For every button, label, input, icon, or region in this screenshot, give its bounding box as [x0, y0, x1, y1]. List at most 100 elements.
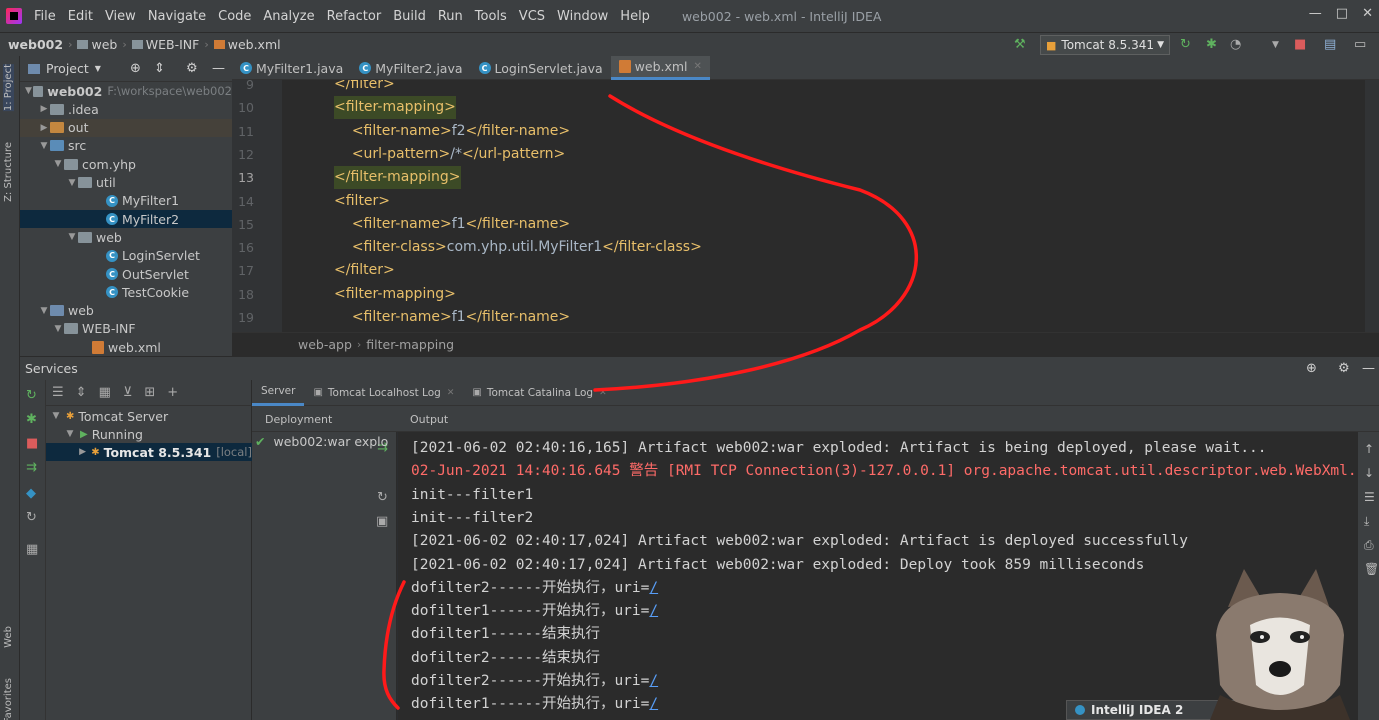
scroll-to-end-icon[interactable]: ⤓	[1364, 514, 1369, 529]
hide-panel-icon[interactable]: —	[1362, 361, 1375, 376]
tree-item-web002[interactable]: ▼ web002 F:\workspace\web002	[20, 82, 232, 100]
window-layout-icon[interactable]: ▭	[1354, 37, 1366, 52]
console-uri-link[interactable]: /	[649, 580, 658, 596]
globe-icon[interactable]: ⊕	[1306, 361, 1317, 376]
build-hammer-icon[interactable]: ⚒	[1014, 37, 1026, 52]
deployment-item[interactable]: ✔ web002:war explo	[255, 434, 388, 449]
chevron-down-icon[interactable]: ▼	[24, 86, 33, 96]
refresh-icon[interactable]: ↻	[26, 510, 37, 525]
chevron-down-icon[interactable]: ▼	[52, 159, 64, 169]
chevron-down-icon[interactable]: ▼	[95, 64, 101, 73]
hide-panel-icon[interactable]: —	[212, 61, 225, 76]
artifact-settings-icon[interactable]: ▣	[376, 514, 388, 529]
debug-icon[interactable]: ✱	[26, 412, 37, 427]
tree-item-testcookie[interactable]: C TestCookie	[20, 283, 232, 301]
rerun-icon[interactable]: ↻	[1180, 37, 1191, 52]
tab-loginservlet-java[interactable]: C LoginServlet.java	[471, 56, 611, 80]
expand-all-icon[interactable]: ☰	[52, 385, 64, 400]
rerun-icon[interactable]: ↻	[26, 388, 37, 403]
gear-icon[interactable]: ⚙	[186, 61, 198, 76]
subtab-server[interactable]: Server	[252, 380, 305, 406]
tree-item-outservlet[interactable]: C OutServlet	[20, 265, 232, 283]
tree-tomcat-server[interactable]: ▼ ✱ Tomcat Server	[46, 407, 252, 425]
scroll-down-icon[interactable]: ↓	[1364, 466, 1374, 480]
breadcrumb-item[interactable]: web.xml	[228, 37, 281, 52]
console-uri-link[interactable]: /	[649, 673, 658, 689]
subtab-tomcat-catalina-log[interactable]: ▣ Tomcat Catalina Log ✕	[463, 380, 615, 406]
project-view-select[interactable]: Project	[46, 61, 89, 76]
code-editor[interactable]: 9 10 11 12 13 14 15 16 17 18 19 </filter> <filter-m…	[232, 80, 1379, 332]
tree-item--idea[interactable]: ▶ .idea	[20, 100, 232, 118]
collapse-all-icon[interactable]: ⇕	[76, 385, 87, 400]
coverage-icon[interactable]: ◔	[1230, 37, 1241, 52]
open-in-window-icon[interactable]: ⊞	[144, 385, 155, 400]
close-tab-icon[interactable]: ✕	[447, 388, 455, 398]
gear-icon[interactable]: ⚙	[1338, 361, 1350, 376]
stop-icon[interactable]: ■	[26, 436, 38, 451]
update-icon[interactable]: ◆	[26, 486, 36, 501]
chevron-down-icon[interactable]: ▼	[66, 232, 78, 242]
menu-edit[interactable]: Edit	[62, 9, 99, 24]
chevron-down-icon[interactable]: ▼	[66, 178, 78, 188]
redeploy-icon[interactable]: ↻	[377, 490, 388, 505]
tree-running-group[interactable]: ▼ ▶ Running	[46, 425, 252, 443]
console-uri-link[interactable]: /	[649, 603, 658, 619]
tree-item-com-yhp[interactable]: ▼ com.yhp	[20, 155, 232, 173]
breadcrumb-item[interactable]: web002	[8, 37, 63, 52]
close-icon[interactable]: ✕	[1362, 6, 1373, 21]
menu-window[interactable]: Window	[551, 9, 614, 24]
scroll-up-icon[interactable]: ↑	[1364, 442, 1374, 456]
tree-item-myfilter2[interactable]: C MyFilter2	[20, 210, 232, 229]
chevron-right-icon[interactable]: ▶	[38, 123, 50, 133]
stop-icon[interactable]: ■	[1294, 37, 1306, 52]
tree-item-myfilter1[interactable]: C MyFilter1	[20, 192, 232, 210]
filter-icon[interactable]: ⊻	[123, 385, 133, 400]
tree-item-web[interactable]: ▼ web	[20, 228, 232, 246]
tree-item-web-inf[interactable]: ▼ WEB-INF	[20, 320, 232, 338]
project-tool-tab[interactable]: 1: Project	[3, 64, 14, 112]
chevron-down-icon[interactable]: ▼	[38, 141, 50, 151]
breadcrumb-web-app[interactable]: web-app	[298, 337, 352, 352]
close-tab-icon[interactable]: ✕	[599, 388, 607, 398]
soft-wrap-icon[interactable]: ☰	[1364, 490, 1375, 504]
deploy-icon[interactable]: ⇉	[26, 460, 37, 475]
collapse-all-icon[interactable]: ⇕	[154, 61, 165, 76]
breadcrumb-item[interactable]: web	[91, 37, 117, 52]
run-configuration-select[interactable]: ■ Tomcat 8.5.341 ▼	[1040, 35, 1170, 55]
menu-navigate[interactable]: Navigate	[142, 9, 212, 24]
menu-tools[interactable]: Tools	[469, 9, 513, 24]
maximize-icon[interactable]: □	[1336, 6, 1348, 21]
minimize-icon[interactable]: —	[1309, 6, 1322, 21]
menu-help[interactable]: Help	[614, 9, 656, 24]
locate-icon[interactable]: ⊕	[130, 61, 141, 76]
tree-tomcat-instance[interactable]: ▶ ✱ Tomcat 8.5.341 [local]	[46, 443, 252, 461]
breadcrumb-item[interactable]: WEB-INF	[146, 37, 200, 52]
tree-item-util[interactable]: ▼ util	[20, 174, 232, 192]
group-icon[interactable]: ▦	[99, 385, 111, 400]
tree-item-web[interactable]: ▼ web	[20, 302, 232, 320]
subtab-tomcat-localhost-log[interactable]: ▣ Tomcat Localhost Log ✕	[304, 380, 463, 406]
add-service-icon[interactable]: +	[167, 385, 178, 400]
menu-file[interactable]: File	[28, 9, 62, 24]
menu-build[interactable]: Build	[387, 9, 432, 24]
menu-refactor[interactable]: Refactor	[321, 9, 388, 24]
menu-vcs[interactable]: VCS	[513, 9, 551, 24]
trash-icon[interactable]: 🗑	[1364, 562, 1379, 576]
close-tab-icon[interactable]: ✕	[694, 61, 702, 72]
console-uri-link[interactable]: /	[649, 696, 658, 712]
menu-run[interactable]: Run	[432, 9, 469, 24]
more-run-icon[interactable]: ▼	[1272, 40, 1279, 50]
favorites-tool-tab[interactable]: Favorites	[3, 678, 14, 720]
breadcrumb-filter-mapping[interactable]: filter-mapping	[366, 337, 454, 352]
layout-icon[interactable]: ▦	[26, 542, 38, 557]
tree-item-out[interactable]: ▶ out	[20, 118, 232, 137]
tab-myfilter2-java[interactable]: C MyFilter2.java	[351, 56, 470, 80]
debug-icon[interactable]: ✱	[1206, 37, 1217, 52]
print-icon[interactable]: ⎙	[1364, 538, 1374, 553]
project-structure-icon[interactable]: ▤	[1324, 37, 1336, 52]
chevron-right-icon[interactable]: ▶	[38, 104, 50, 114]
web-tool-tab[interactable]: Web	[3, 626, 14, 648]
structure-tool-tab[interactable]: Z: Structure	[3, 142, 14, 202]
tree-item-loginservlet[interactable]: C LoginServlet	[20, 247, 232, 265]
editor-scrollbar[interactable]	[1365, 80, 1379, 332]
